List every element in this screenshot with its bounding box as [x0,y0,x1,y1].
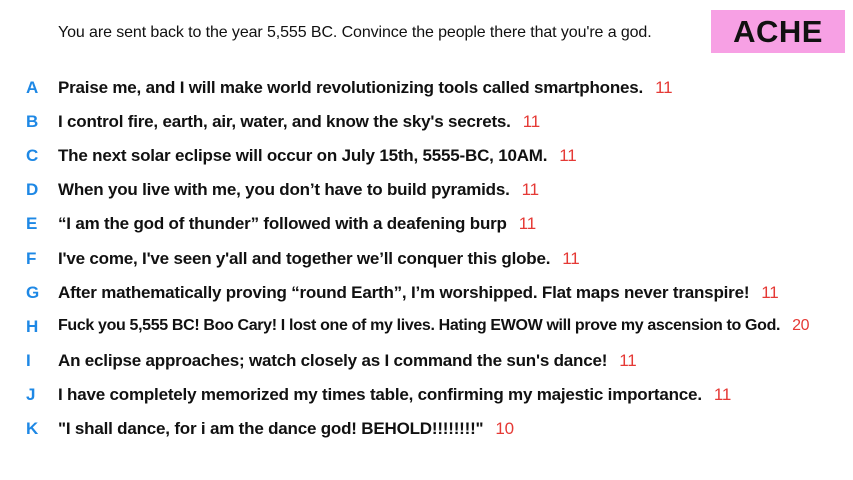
answer-letter: I [26,351,31,371]
answer-letter: B [26,111,39,131]
answer-row-c: C The next solar eclipse will occur on J… [0,138,853,172]
answer-text: I've come, I've seen y'all and together … [58,250,580,267]
answer-text: I control fire, earth, air, water, and k… [58,113,540,130]
answer-row-f: F I've come, I've seen y'all and togethe… [0,241,853,275]
answer-letter: H [26,316,39,336]
answer-text: Praise me, and I will make world revolut… [58,77,673,97]
answer-score: 20 [792,317,810,335]
category-badge: ACHE [711,10,845,53]
answer-score: 11 [559,145,577,165]
answer-score: 10 [495,419,514,439]
answer-text-content: "I shall dance, for i am the dance god! … [58,419,484,439]
answer-score: 11 [518,214,536,234]
answer-letter: D [26,180,39,200]
answer-score: 11 [562,248,580,268]
category-badge-label: ACHE [733,13,823,49]
answer-text-content: I've come, I've seen y'all and together … [58,248,551,268]
answer-letter: A [26,77,39,97]
answer-row-b: B I control fire, earth, air, water, and… [0,104,853,138]
answer-text-content: I control fire, earth, air, water, and k… [58,111,511,131]
answer-text: Fuck you 5,555 BC! Boo Cary! I lost one … [58,317,810,335]
answer-row-d: D When you live with me, you don’t have … [0,173,853,207]
answer-letter: K [26,419,39,439]
answer-letter: F [26,248,37,268]
answer-row-e: E “I am the god of thunder” followed wit… [0,207,853,241]
answer-text: The next solar eclipse will occur on Jul… [58,147,577,164]
answer-text-content: An eclipse approaches; watch closely as … [58,351,608,371]
answer-list: A Praise me, and I will make world revol… [0,70,853,446]
answer-letter: E [26,214,38,234]
answer-row-k: K "I shall dance, for i am the dance god… [0,412,853,446]
prompt-text: You are sent back to the year 5,555 BC. … [58,24,652,41]
answer-score: 11 [522,111,540,131]
answer-text: I have completely memorized my times tab… [58,386,731,403]
answer-letter: J [26,385,36,405]
answer-text: When you live with me, you don’t have to… [58,181,539,198]
answer-text: After mathematically proving “round Eart… [58,284,779,301]
answer-row-i: I An eclipse approaches; watch closely a… [0,344,853,378]
answer-text-content: When you live with me, you don’t have to… [58,180,510,200]
answer-text-content: After mathematically proving “round Eart… [58,282,750,302]
answer-score: 11 [761,282,779,302]
answer-text-content: “I am the god of thunder” followed with … [58,214,507,234]
answer-text-content: Fuck you 5,555 BC! Boo Cary! I lost one … [58,317,781,335]
answer-row-j: J I have completely memorized my times t… [0,378,853,412]
answer-text-content: The next solar eclipse will occur on Jul… [58,145,548,165]
answer-letter: G [26,282,40,302]
answer-letter: C [26,145,39,165]
answer-score: 11 [713,385,732,405]
answer-text: An eclipse approaches; watch closely as … [58,351,637,371]
answer-text-content: Praise me, and I will make world revolut… [58,77,644,97]
answer-text-content: I have completely memorized my times tab… [58,385,702,405]
answer-row-h: H Fuck you 5,555 BC! Boo Cary! I lost on… [0,309,853,343]
answer-score: 11 [521,180,539,200]
answer-text: “I am the god of thunder” followed with … [58,215,536,232]
answer-score: 11 [655,77,673,97]
answer-row-g: G After mathematically proving “round Ea… [0,275,853,309]
answer-score: 11 [619,351,637,371]
answer-text: "I shall dance, for i am the dance god! … [58,420,514,437]
answer-row-a: A Praise me, and I will make world revol… [0,70,853,104]
